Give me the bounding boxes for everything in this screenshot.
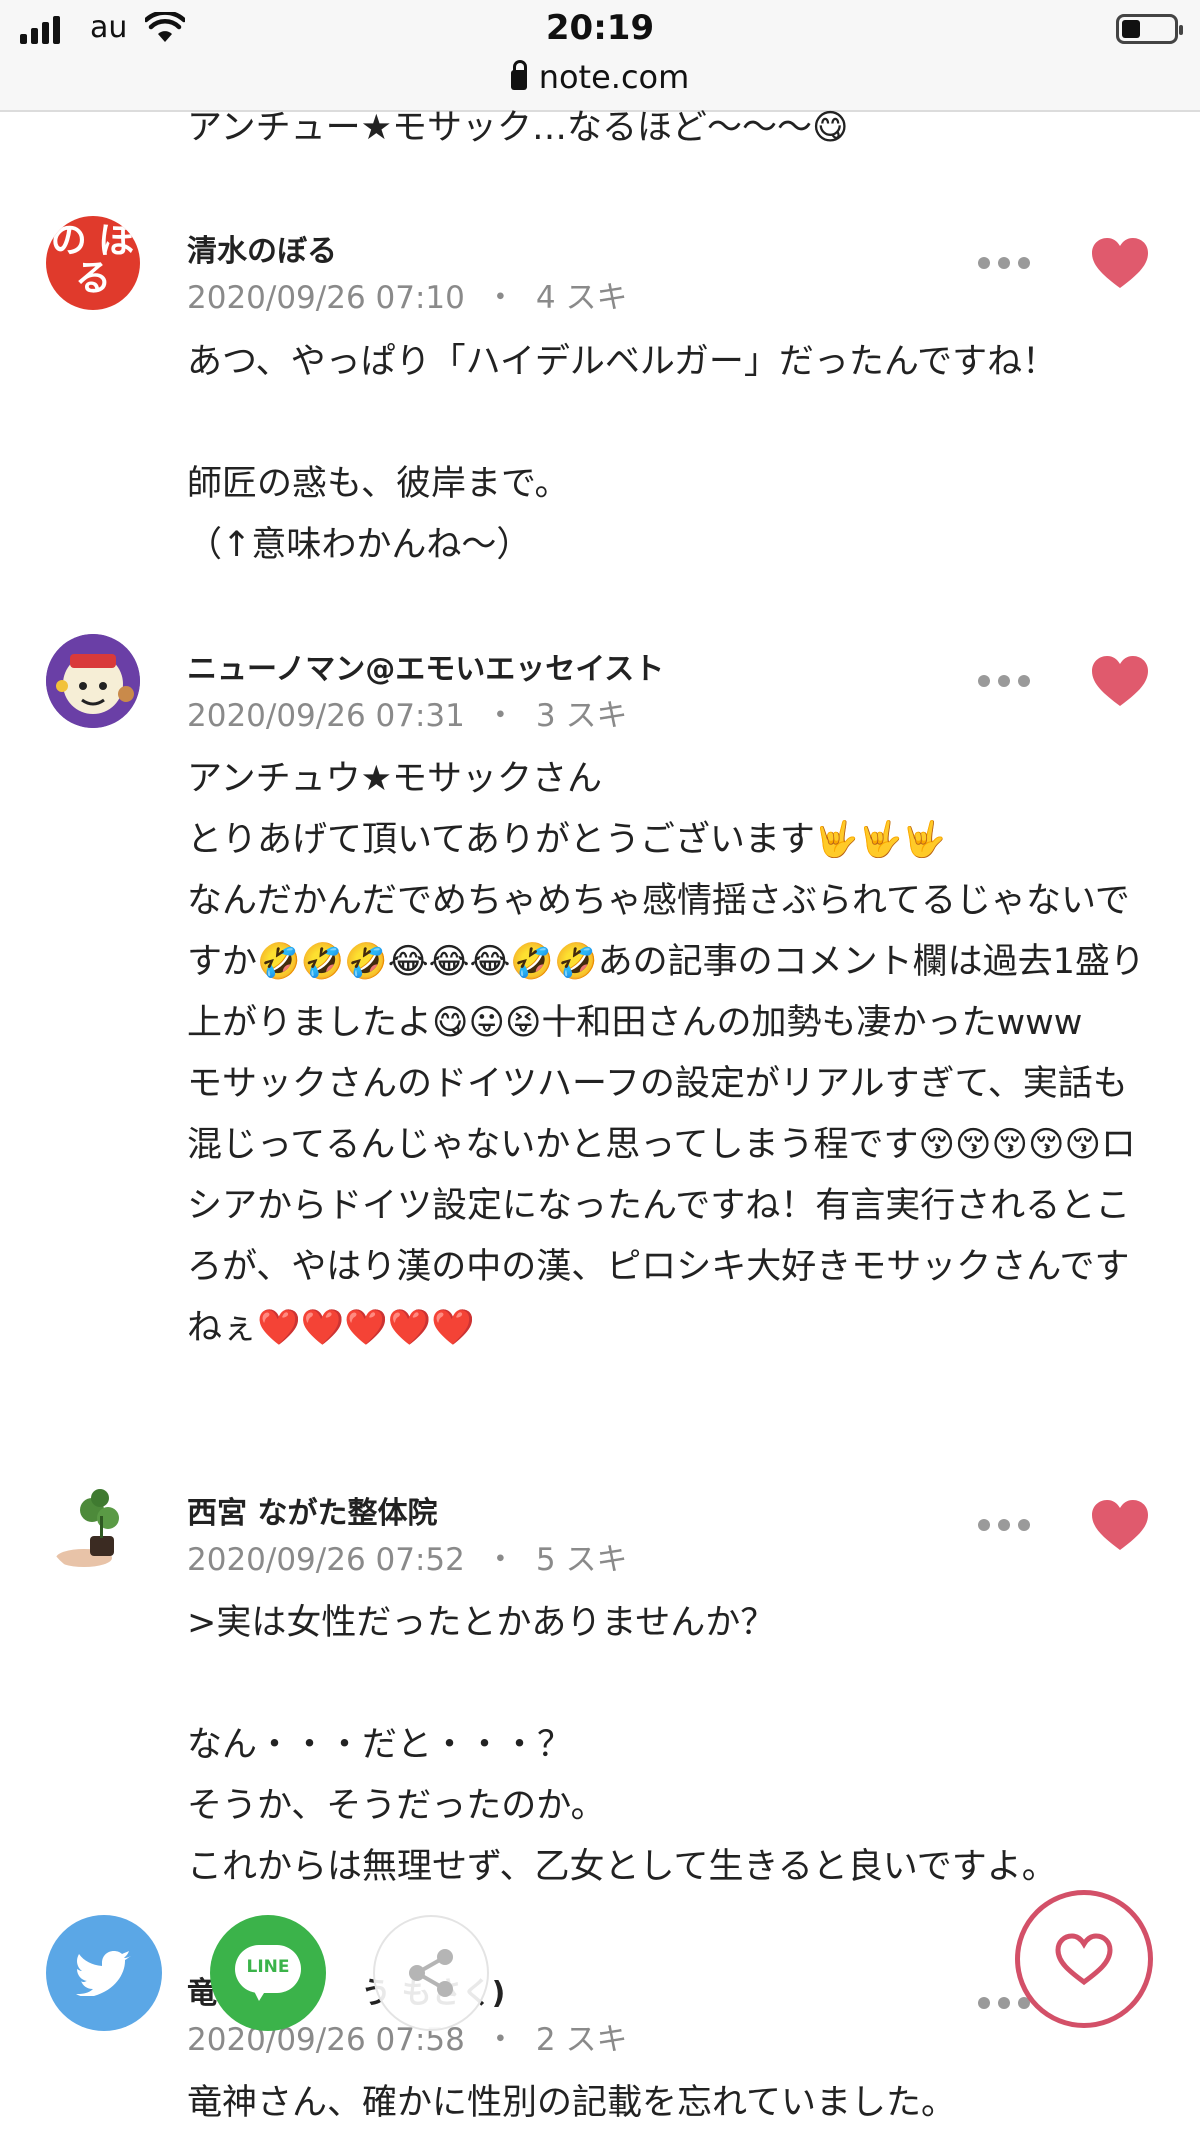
comment-text: あつ、やっぱり「ハイデルベルガー」だったんですね！ 師匠の惑も、彼岸まで。 （↑…	[187, 342, 1058, 565]
more-menu-icon[interactable]	[978, 1997, 1030, 2011]
share-button[interactable]	[373, 1915, 489, 2031]
battery-level	[1122, 20, 1140, 38]
like-count[interactable]: 5 スキ	[536, 1542, 628, 1578]
like-article-button[interactable]	[1015, 1890, 1153, 2028]
comment-meta: 2020/09/26 07:52 ・ 5 スキ	[187, 1534, 627, 1579]
more-menu-icon[interactable]	[978, 675, 1030, 689]
like-count[interactable]: 2 スキ	[536, 2022, 628, 2058]
like-heart-icon[interactable]	[1090, 654, 1150, 708]
comment-text-fragment: アンチュー★モサック…なるほど〜〜〜😋	[187, 108, 849, 148]
avatar[interactable]	[46, 1480, 140, 1574]
line-label: LINE	[246, 1957, 290, 1977]
like-count[interactable]: 3 スキ	[536, 698, 628, 734]
comment-text: アンチュウ★モサックさん とりあげて頂いてありがとうございます🤟🤟🤟 なんだかん…	[187, 759, 1145, 1348]
meta-separator: ・	[484, 2022, 516, 2058]
comment-username[interactable]: 清水のぼる	[187, 226, 337, 270]
more-menu-icon[interactable]	[978, 257, 1030, 271]
line-icon: LINE	[235, 1945, 301, 2001]
comment-text: >実は女性だったとかありませんか？ なん・・・だと・・・？ そうか、そうだったの…	[187, 1603, 1057, 1887]
avatar-logo: の ぼる	[50, 220, 136, 299]
twitter-share-button[interactable]	[46, 1915, 162, 2031]
meta-separator: ・	[484, 698, 516, 734]
comment-date: 2020/09/26 07:52	[187, 1542, 465, 1578]
avatar-plant-image	[56, 1489, 119, 1567]
comment-username[interactable]: 西宮 ながた整体院	[187, 1488, 437, 1532]
line-share-button[interactable]: LINE	[210, 1915, 326, 2031]
like-count[interactable]: 4 スキ	[536, 280, 628, 316]
battery-icon	[1116, 14, 1183, 44]
heart-outline-icon	[1055, 1933, 1113, 1986]
comment-meta: 2020/09/26 07:10 ・ 4 スキ	[187, 272, 627, 317]
status-bar: au 20:19 note.com	[0, 0, 1200, 112]
meta-separator: ・	[484, 1542, 516, 1578]
like-heart-icon[interactable]	[1090, 1498, 1150, 1552]
comment-text: 竜神さん、確かに性別の記載を忘れていました。	[187, 2083, 956, 2123]
clock: 20:19	[545, 8, 655, 48]
avatar[interactable]	[46, 634, 140, 728]
address-bar[interactable]: note.com	[0, 58, 1200, 96]
twitter-bird-icon	[76, 1951, 131, 1996]
url-text: note.com	[538, 58, 690, 96]
avatar-illustration	[46, 634, 140, 728]
share-icon	[409, 1949, 453, 1997]
meta-separator: ・	[484, 280, 516, 316]
lock-icon	[510, 60, 527, 90]
comment-username[interactable]: ニューノマン@エモいエッセイスト	[187, 644, 664, 688]
more-menu-icon[interactable]	[978, 1519, 1030, 1533]
avatar[interactable]: の ぼる	[46, 216, 140, 310]
comment-date: 2020/09/26 07:31	[187, 698, 465, 734]
like-heart-icon[interactable]	[1090, 236, 1150, 290]
comment-date: 2020/09/26 07:10	[187, 280, 465, 316]
comment-meta: 2020/09/26 07:31 ・ 3 スキ	[187, 690, 627, 735]
